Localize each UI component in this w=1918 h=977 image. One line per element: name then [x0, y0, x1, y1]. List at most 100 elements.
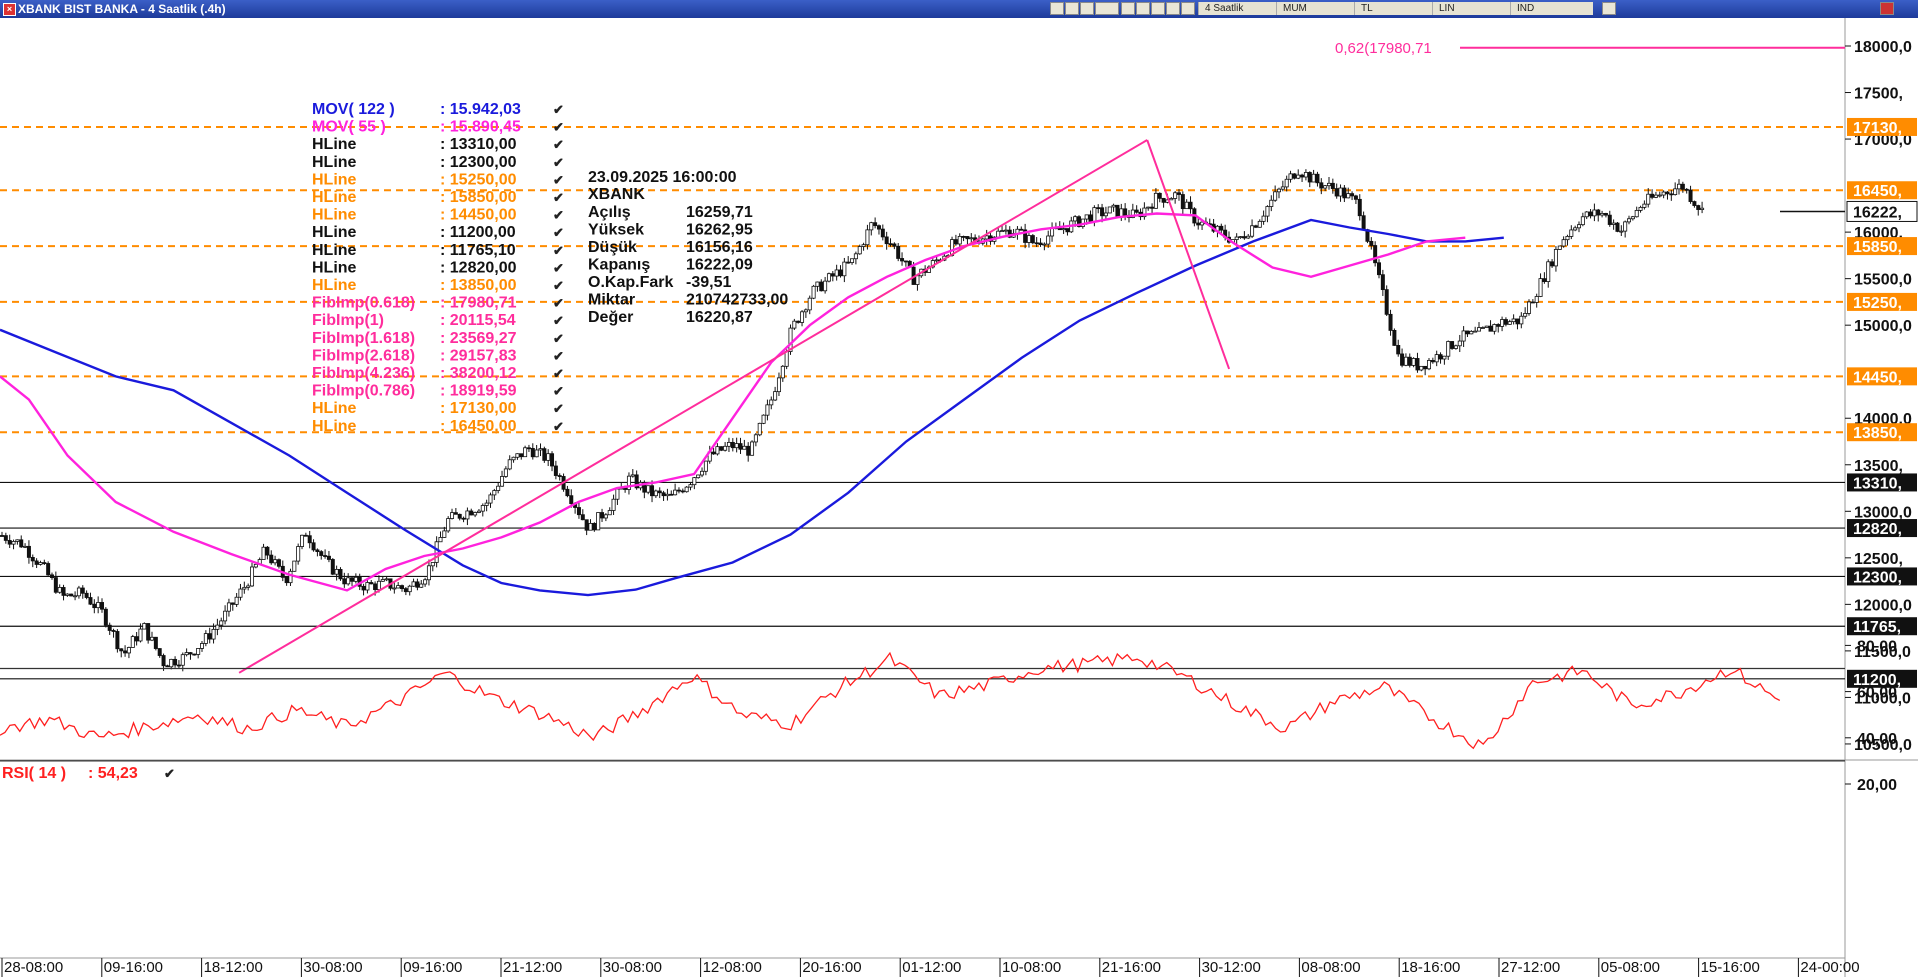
- candle: [1511, 314, 1516, 325]
- price-tick-label: 12000,0: [1854, 597, 1912, 614]
- candle: [680, 488, 685, 494]
- candle-body: [1688, 189, 1693, 202]
- candle: [1557, 245, 1562, 250]
- candle-body: [446, 518, 451, 532]
- candle: [1246, 234, 1251, 239]
- close-icon[interactable]: [1880, 2, 1894, 15]
- candle: [188, 652, 193, 660]
- toolbar-icon-9[interactable]: [1181, 2, 1195, 15]
- candle-body: [11, 541, 16, 545]
- candle: [1026, 233, 1031, 248]
- toolbar-icon-1[interactable]: [1050, 2, 1064, 15]
- candle: [165, 664, 170, 668]
- candle-body: [203, 633, 208, 644]
- mode-selector[interactable]: IND: [1510, 2, 1593, 15]
- candle: [134, 632, 139, 646]
- legend-name: HLine: [312, 207, 357, 224]
- candle-body: [657, 490, 662, 494]
- candle: [1353, 194, 1358, 205]
- candle: [1542, 272, 1547, 284]
- candle-body: [1603, 213, 1608, 216]
- candle-body: [88, 597, 93, 605]
- candle-body: [1700, 207, 1705, 210]
- candle-body: [7, 540, 12, 545]
- candle: [453, 508, 458, 515]
- candle-body: [1392, 330, 1397, 346]
- toolbar-icon-2[interactable]: [1065, 2, 1079, 15]
- candle-body: [1280, 186, 1285, 190]
- candle: [484, 499, 489, 512]
- legend-value: : 17130,00: [440, 400, 517, 417]
- candle-body: [580, 514, 585, 521]
- candle-body: [1596, 209, 1601, 216]
- period-selector[interactable]: 4 Saatlik: [1198, 2, 1281, 15]
- candle: [1369, 237, 1374, 250]
- candle: [657, 487, 662, 499]
- toolbar-icon-5[interactable]: [1121, 2, 1135, 15]
- candle-body: [1353, 195, 1358, 200]
- candle: [1569, 225, 1574, 240]
- candle-body: [715, 446, 720, 455]
- candle: [126, 646, 131, 659]
- candle-body: [665, 493, 670, 497]
- candle: [803, 308, 808, 318]
- candle-body: [1388, 313, 1393, 331]
- candle: [369, 579, 374, 585]
- candle: [1577, 221, 1582, 233]
- legend-name: FibImp(4.236): [312, 365, 415, 382]
- currency-selector[interactable]: TL: [1354, 2, 1437, 15]
- x-tick-label: 28-08:00: [4, 959, 63, 976]
- candle-body: [819, 281, 824, 292]
- candle-body: [761, 414, 766, 424]
- candle: [753, 432, 758, 447]
- candle: [626, 472, 631, 495]
- candle-body: [1669, 193, 1674, 196]
- candle: [688, 482, 693, 491]
- candle-body: [1153, 192, 1158, 209]
- candle-body: [915, 275, 920, 285]
- legend-name: HLine: [312, 242, 357, 259]
- candle-body: [15, 539, 20, 542]
- candle-body: [500, 476, 505, 487]
- candle-body: [565, 488, 570, 497]
- candle-body: [1330, 182, 1335, 189]
- rsi-tick-label: 40,00: [1857, 731, 1897, 748]
- candle-body: [1046, 235, 1051, 245]
- candle-body: [476, 510, 481, 513]
- chart-style-selector[interactable]: MUM: [1276, 2, 1359, 15]
- legend-name: FibImp(0.786): [312, 383, 415, 400]
- candle-body: [1200, 221, 1205, 226]
- candle: [565, 485, 570, 498]
- candle-body: [1600, 213, 1605, 216]
- candle: [61, 584, 66, 601]
- candle: [176, 660, 181, 669]
- candle-body: [115, 631, 120, 650]
- toolbar-settings-icon[interactable]: [1602, 2, 1616, 15]
- candle-body: [138, 628, 143, 642]
- candle: [69, 593, 74, 597]
- candle: [1050, 222, 1055, 242]
- legend-name: HLine: [312, 418, 357, 435]
- info-label: Değer: [588, 309, 633, 326]
- chart-area[interactable]: 0,62(17980,71 18000,017500,17000,016000,…: [0, 18, 1918, 977]
- toolbar-icon-4[interactable]: [1095, 2, 1119, 15]
- candle-body: [230, 602, 235, 605]
- toolbar-icon-7[interactable]: [1151, 2, 1165, 15]
- candle: [119, 648, 124, 658]
- candle: [492, 488, 497, 501]
- toolbar-icon-6[interactable]: [1136, 2, 1150, 15]
- candle: [246, 583, 251, 591]
- candle: [338, 567, 343, 581]
- toolbar-icon-3[interactable]: [1080, 2, 1094, 15]
- toolbar-icon-8[interactable]: [1166, 2, 1180, 15]
- scale-selector[interactable]: LIN: [1432, 2, 1515, 15]
- candle: [273, 555, 278, 566]
- legend-value: : 12820,00: [440, 259, 517, 276]
- candle: [153, 636, 158, 651]
- candle-body: [173, 658, 178, 666]
- candle: [1150, 203, 1155, 214]
- hline-label: 15850,: [1853, 239, 1902, 256]
- legend-name: HLine: [312, 224, 357, 241]
- candle: [673, 483, 678, 496]
- candle: [1419, 365, 1424, 372]
